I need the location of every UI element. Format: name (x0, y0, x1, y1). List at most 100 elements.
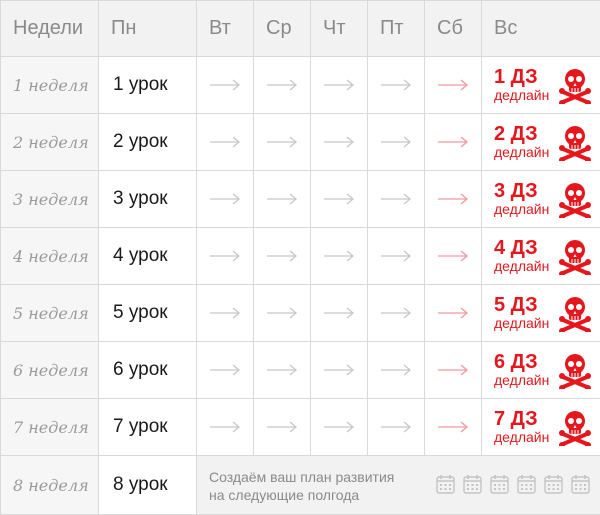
deadline-cell: 4 ДЗ дедлайн (482, 228, 600, 285)
lesson-label: 6 урок (99, 342, 197, 399)
sat-cell (425, 399, 482, 456)
arrow-right-icon (266, 193, 298, 205)
calendar-icon (544, 474, 563, 494)
arrow-right-icon (323, 79, 355, 91)
deadline-cell: 5 ДЗ дедлайн (482, 285, 600, 342)
lesson-label: 3 урок (99, 171, 197, 228)
schedule-table: Недели Пн Вт Ср Чт Пт Сб Вс 1 неделя 1 у… (0, 0, 600, 515)
sat-cell (425, 342, 482, 399)
arrow-right-icon (266, 307, 298, 319)
thu-cell (311, 114, 368, 171)
deadline-cell: 1 ДЗ дедлайн (482, 57, 600, 114)
week-label: 3 неделя (1, 171, 99, 228)
sat-cell (425, 114, 482, 171)
thu-cell (311, 228, 368, 285)
week-row-5: 5 неделя 5 урок 5 ДЗ дедлайн (1, 285, 600, 342)
arrow-right-icon (380, 79, 412, 91)
calendar-icon (463, 474, 482, 494)
header-weeks: Недели (1, 1, 99, 57)
calendar-icon (436, 474, 455, 494)
wed-cell (254, 114, 311, 171)
week-label: 8 неделя (1, 456, 99, 515)
skull-crossbones-icon (558, 408, 592, 451)
calendar-icon (544, 474, 563, 494)
arrow-right-icon (266, 364, 298, 376)
header-tue: Вт (197, 1, 254, 57)
skull-crossbones-icon (558, 237, 592, 280)
arrow-right-icon (209, 364, 241, 376)
sat-cell (425, 57, 482, 114)
calendar-icon (571, 474, 590, 494)
arrow-right-icon (380, 250, 412, 262)
week-label: 5 неделя (1, 285, 99, 342)
arrow-right-icon (437, 364, 469, 376)
arrow-right-icon (323, 364, 355, 376)
thu-cell (311, 399, 368, 456)
week-label: 6 неделя (1, 342, 99, 399)
header-sun: Вс (482, 1, 600, 57)
arrow-right-icon (323, 250, 355, 262)
arrow-right-icon (380, 364, 412, 376)
fri-cell (368, 342, 425, 399)
lesson-label: 7 урок (99, 399, 197, 456)
calendar-icon (517, 474, 536, 494)
plan-line-1: Создаём ваш план развития (209, 469, 394, 485)
thu-cell (311, 342, 368, 399)
tue-cell (197, 57, 254, 114)
sat-cell (425, 171, 482, 228)
wed-cell (254, 171, 311, 228)
header-fri: Пт (368, 1, 425, 57)
arrow-right-icon (209, 421, 241, 433)
lesson-label: 4 урок (99, 228, 197, 285)
arrow-right-icon (266, 136, 298, 148)
arrow-right-icon (380, 193, 412, 205)
arrow-right-icon (209, 307, 241, 319)
arrow-right-icon (437, 193, 469, 205)
arrow-right-icon (437, 250, 469, 262)
arrow-right-icon (209, 193, 241, 205)
arrow-right-icon (380, 307, 412, 319)
calendar-icon (490, 474, 509, 494)
arrow-right-icon (209, 79, 241, 91)
calendar-icon (571, 474, 590, 494)
arrow-right-icon (209, 136, 241, 148)
week-label: 1 неделя (1, 57, 99, 114)
fri-cell (368, 57, 425, 114)
deadline-cell: 2 ДЗ дедлайн (482, 114, 600, 171)
fri-cell (368, 285, 425, 342)
arrow-right-icon (380, 136, 412, 148)
wed-cell (254, 285, 311, 342)
tue-cell (197, 399, 254, 456)
sat-cell (425, 228, 482, 285)
skull-crossbones-icon (558, 66, 592, 109)
fri-cell (368, 228, 425, 285)
tue-cell (197, 285, 254, 342)
header-thu: Чт (311, 1, 368, 57)
arrow-right-icon (266, 79, 298, 91)
thu-cell (311, 171, 368, 228)
arrow-right-icon (266, 421, 298, 433)
arrow-right-icon (380, 421, 412, 433)
skull-crossbones-icon (558, 351, 592, 394)
arrow-right-icon (437, 421, 469, 433)
week-label: 4 неделя (1, 228, 99, 285)
arrow-right-icon (323, 307, 355, 319)
plan-line-2: на следующие полгода (209, 487, 359, 503)
week-label: 7 неделя (1, 399, 99, 456)
skull-crossbones-icon (558, 294, 592, 337)
wed-cell (254, 342, 311, 399)
week-label: 2 неделя (1, 114, 99, 171)
deadline-cell: 6 ДЗ дедлайн (482, 342, 600, 399)
deadline-cell: 3 ДЗ дедлайн (482, 171, 600, 228)
week-row-1: 1 неделя 1 урок 1 ДЗ дедлайн (1, 57, 600, 114)
skull-crossbones-icon (558, 123, 592, 166)
tue-cell (197, 228, 254, 285)
calendar-icon (463, 474, 482, 494)
tue-cell (197, 114, 254, 171)
lesson-label: 2 урок (99, 114, 197, 171)
arrow-right-icon (437, 307, 469, 319)
arrow-right-icon (437, 79, 469, 91)
sat-cell (425, 285, 482, 342)
arrow-right-icon (323, 193, 355, 205)
week-row-4: 4 неделя 4 урок 4 ДЗ дедлайн (1, 228, 600, 285)
